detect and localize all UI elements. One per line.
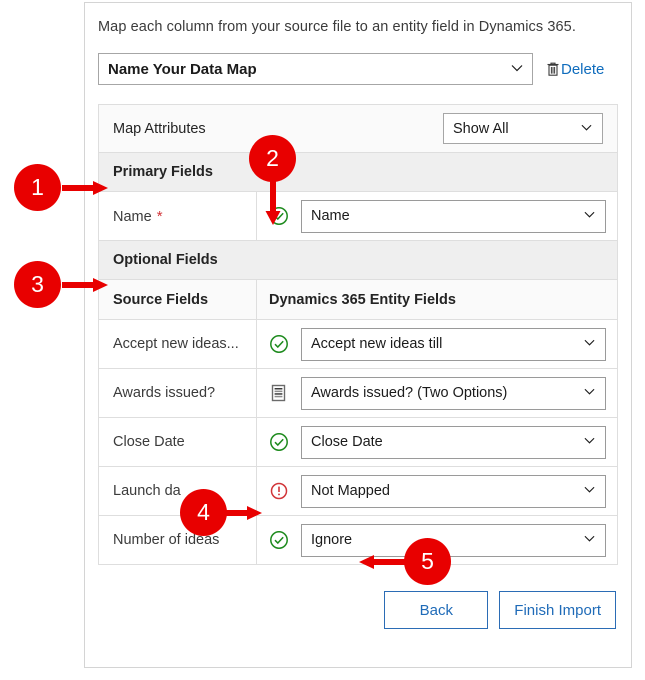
callout-badge-1: 1 xyxy=(14,164,61,211)
chevron-down-icon xyxy=(584,533,595,544)
table-row[interactable]: Close Date Close Date xyxy=(99,418,617,467)
section-optional-fields-label: Optional Fields xyxy=(113,252,218,268)
callout-arrow-3 xyxy=(62,277,110,293)
section-primary-fields: Primary Fields xyxy=(99,153,617,192)
callout-arrow-4 xyxy=(222,505,264,521)
entity-field-value: Accept new ideas till xyxy=(311,336,443,352)
chevron-down-icon xyxy=(584,337,595,348)
source-field-label: Launch da xyxy=(113,483,181,499)
entity-field-select[interactable]: Accept new ideas till xyxy=(301,327,606,361)
source-field-label: Accept new ideas... xyxy=(113,336,239,352)
table-column-headers: Source Fields Dynamics 365 Entity Fields xyxy=(99,280,617,320)
callout-badge-3-number: 3 xyxy=(31,271,44,297)
callout-arrow-1 xyxy=(62,180,110,196)
callout-arrow-5 xyxy=(355,554,407,570)
source-field-label: Awards issued? xyxy=(113,385,216,401)
entity-field-cell: Name xyxy=(257,199,617,233)
section-primary-fields-label: Primary Fields xyxy=(113,164,213,180)
chevron-down-icon xyxy=(584,435,595,446)
chevron-down-icon xyxy=(584,209,595,220)
column-header-entity: Dynamics 365 Entity Fields xyxy=(269,291,456,308)
entity-field-select[interactable]: Not Mapped xyxy=(301,474,606,508)
entity-field-cell: Awards issued? (Two Options) xyxy=(257,376,617,410)
required-marker: * xyxy=(156,207,163,225)
table-row[interactable]: Launch da Not Mapped xyxy=(99,467,617,516)
instruction-text: Map each column from your source file to… xyxy=(98,19,576,35)
green-check-circle-icon xyxy=(269,530,290,551)
source-field-label: Name xyxy=(113,208,152,225)
chevron-down-icon xyxy=(511,62,523,73)
chevron-down-icon xyxy=(584,484,595,495)
chevron-down-icon xyxy=(584,386,595,397)
data-map-row: Name Your Data Map Delete xyxy=(98,53,618,85)
entity-field-value: Name xyxy=(311,208,350,224)
delete-label: Delete xyxy=(561,60,605,78)
entity-field-value: Awards issued? (Two Options) xyxy=(311,385,508,401)
entity-field-cell: Not Mapped xyxy=(257,474,617,508)
map-attributes-header: Map Attributes Show All xyxy=(99,105,617,153)
entity-field-value: Close Date xyxy=(311,434,383,450)
green-check-circle-icon xyxy=(269,334,290,355)
source-field-cell: Close Date xyxy=(99,434,256,450)
column-header-source: Source Fields xyxy=(113,291,209,308)
entity-field-cell: Accept new ideas till xyxy=(257,327,617,361)
table-row[interactable]: Accept new ideas... Accept new ideas til… xyxy=(99,320,617,369)
table-row[interactable]: Awards issued? Awards issued? (Two Optio… xyxy=(99,369,617,418)
map-attributes-table: Map Attributes Show All Primary Fields N… xyxy=(98,104,618,565)
source-field-label: Close Date xyxy=(113,434,185,450)
source-field-cell: Number of ideas xyxy=(99,532,256,548)
trash-icon xyxy=(546,61,560,77)
list-document-icon[interactable] xyxy=(269,383,290,404)
callout-badge-4-number: 4 xyxy=(197,499,210,525)
callout-badge-5-number: 5 xyxy=(421,548,434,574)
entity-field-value: Ignore xyxy=(311,532,353,548)
source-field-cell: Launch da xyxy=(99,483,256,499)
callout-badge-3: 3 xyxy=(14,261,61,308)
show-all-value: Show All xyxy=(453,120,509,137)
source-field-cell: Accept new ideas... xyxy=(99,336,256,352)
table-row[interactable]: Name * Name xyxy=(99,192,617,241)
dialog-footer: Back Finish Import xyxy=(98,591,618,629)
section-optional-fields: Optional Fields xyxy=(99,241,617,280)
source-field-cell: Awards issued? xyxy=(99,385,256,401)
red-error-circle-icon xyxy=(269,481,290,502)
show-all-filter-select[interactable]: Show All xyxy=(443,113,603,144)
entity-field-select[interactable]: Ignore xyxy=(301,523,606,557)
delete-data-map-button[interactable]: Delete xyxy=(546,61,604,78)
data-map-select[interactable]: Name Your Data Map xyxy=(98,53,533,85)
data-map-value: Name Your Data Map xyxy=(108,60,257,78)
map-attributes-title: Map Attributes xyxy=(113,120,206,137)
entity-field-cell: Close Date xyxy=(257,425,617,459)
callout-badge-1-number: 1 xyxy=(31,174,44,200)
finish-import-button[interactable]: Finish Import xyxy=(499,591,616,629)
callout-badge-2-number: 2 xyxy=(266,145,279,171)
green-check-circle-icon xyxy=(269,432,290,453)
source-field-cell: Name * xyxy=(99,208,256,225)
entity-field-value: Not Mapped xyxy=(311,483,390,499)
entity-field-select[interactable]: Awards issued? (Two Options) xyxy=(301,376,606,410)
back-button[interactable]: Back xyxy=(384,591,489,629)
entity-field-select[interactable]: Close Date xyxy=(301,425,606,459)
entity-field-select[interactable]: Name xyxy=(301,199,606,233)
callout-badge-2: 2 xyxy=(249,135,296,182)
chevron-down-icon xyxy=(581,122,592,133)
callout-badge-5: 5 xyxy=(404,538,451,585)
callout-badge-4: 4 xyxy=(180,489,227,536)
